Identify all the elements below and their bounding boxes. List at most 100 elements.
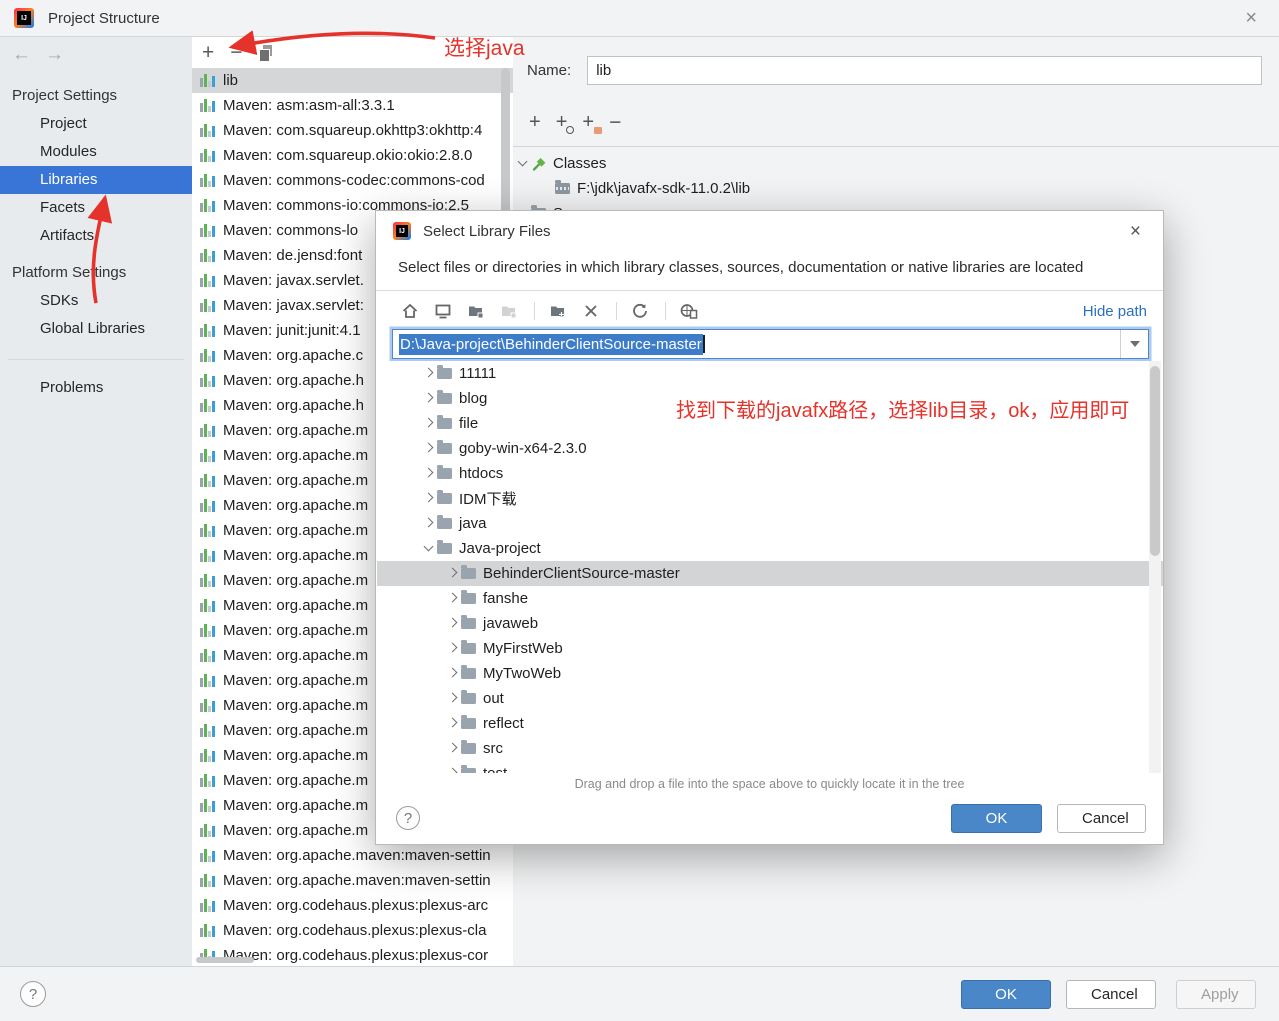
sidebar-divider [8, 359, 184, 360]
file-tree-row[interactable]: test [377, 761, 1163, 773]
library-icon [200, 274, 217, 287]
library-list-item[interactable]: Maven: com.squareup.okio:okio:2.8.0 [192, 143, 513, 168]
file-tree-row[interactable]: javaweb [377, 611, 1163, 636]
sidebar-item[interactable]: Project [0, 110, 192, 138]
home-directory-icon[interactable] [400, 301, 420, 321]
classes-node[interactable]: Classes [513, 151, 1279, 176]
chevron-icon[interactable] [419, 421, 437, 426]
library-list-horizontal-scrollbar[interactable] [196, 957, 254, 963]
library-icon [200, 224, 217, 237]
sidebar-item[interactable]: SDKs [0, 287, 192, 315]
dialog-cancel-button[interactable]: Cancel [1057, 804, 1146, 833]
add-library-button[interactable]: + [202, 42, 214, 63]
chevron-icon[interactable] [419, 471, 437, 476]
folder-icon [437, 443, 452, 454]
chevron-icon[interactable] [419, 496, 437, 501]
add-jar-directory-button[interactable]: + [582, 112, 594, 132]
library-icon [200, 174, 217, 187]
chevron-icon[interactable] [443, 696, 461, 701]
file-tree-row[interactable]: 11111 [377, 361, 1163, 386]
show-hidden-files-icon[interactable] [679, 301, 699, 321]
sidebar-item[interactable]: Artifacts [0, 222, 192, 250]
path-input-value[interactable]: D:\Java-project\BehinderClientSource-mas… [399, 334, 703, 355]
file-tree-row[interactable]: fanshe [377, 586, 1163, 611]
chevron-icon[interactable] [419, 396, 437, 401]
project-directory-icon[interactable] [466, 301, 486, 321]
combobox-dropdown-button[interactable] [1120, 330, 1148, 358]
file-tree-row[interactable]: goby-win-x64-2.3.0 [377, 436, 1163, 461]
add-root-button[interactable]: + [529, 112, 541, 132]
chevron-icon[interactable] [443, 571, 461, 576]
sidebar-item[interactable]: Modules [0, 138, 192, 166]
sidebar-item-problems[interactable]: Problems [0, 374, 192, 402]
hide-path-link[interactable]: Hide path [1083, 303, 1147, 320]
library-icon [200, 549, 217, 562]
path-combobox[interactable]: D:\Java-project\BehinderClientSource-mas… [392, 329, 1149, 359]
help-button[interactable]: ? [20, 981, 46, 1007]
desktop-directory-icon[interactable] [433, 301, 453, 321]
classes-path-node[interactable]: F:\jdk\javafx-sdk-11.0.2\lib [513, 176, 1279, 201]
remove-library-button[interactable]: − [230, 42, 242, 63]
dialog-close-icon[interactable]: × [1130, 222, 1141, 241]
folder-icon [461, 668, 476, 679]
chevron-icon[interactable] [419, 371, 437, 376]
file-tree-row[interactable]: reflect [377, 711, 1163, 736]
refresh-icon[interactable] [630, 301, 650, 321]
delete-icon[interactable] [581, 301, 601, 321]
library-icon [200, 774, 217, 787]
library-icon [200, 849, 217, 862]
chevron-icon[interactable] [443, 596, 461, 601]
chevron-icon[interactable] [443, 746, 461, 751]
chevron-icon[interactable] [443, 771, 461, 773]
sidebar-item[interactable]: Libraries [0, 166, 192, 194]
folder-icon [461, 743, 476, 754]
library-icon [200, 924, 217, 937]
file-tree-row[interactable]: java [377, 511, 1163, 536]
library-icon [200, 899, 217, 912]
chevron-icon[interactable] [443, 621, 461, 626]
dialog-ok-button[interactable]: OK [951, 804, 1042, 833]
add-excluded-root-button[interactable]: + [556, 112, 568, 132]
dialog-help-button[interactable]: ? [396, 806, 420, 830]
file-tree-row[interactable]: src [377, 736, 1163, 761]
ok-button[interactable]: OK [961, 980, 1051, 1009]
folder-icon [437, 518, 452, 529]
chevron-icon[interactable] [419, 446, 437, 451]
forward-icon[interactable]: → [45, 44, 64, 66]
chevron-icon[interactable] [419, 547, 437, 550]
library-list-item[interactable]: Maven: com.squareup.okhttp3:okhttp:4 [192, 118, 513, 143]
chevron-icon[interactable] [443, 671, 461, 676]
remove-root-button[interactable]: − [609, 112, 621, 133]
file-tree-row[interactable]: out [377, 686, 1163, 711]
toolbar-separator [665, 302, 666, 320]
drag-drop-hint: Drag and drop a file into the space abov… [376, 777, 1163, 791]
library-name-input[interactable] [587, 56, 1262, 85]
library-list-item[interactable]: Maven: org.codehaus.plexus:plexus-arc [192, 893, 513, 918]
library-list-item[interactable]: Maven: org.apache.maven:maven-settin [192, 868, 513, 893]
intellij-logo-icon: IJ [393, 222, 411, 240]
sidebar-item[interactable]: Global Libraries [0, 315, 192, 343]
window-close-icon[interactable]: × [1245, 8, 1257, 28]
chevron-icon[interactable] [443, 646, 461, 651]
new-folder-icon[interactable] [548, 301, 568, 321]
library-list-item[interactable]: Maven: asm:asm-all:3.3.1 [192, 93, 513, 118]
chevron-icon[interactable] [443, 721, 461, 726]
library-list-item[interactable]: Maven: org.apache.maven:maven-settin [192, 843, 513, 868]
file-tree-row[interactable]: IDM下载 [377, 486, 1163, 511]
file-tree-row[interactable]: BehinderClientSource-master [377, 561, 1163, 586]
cancel-button[interactable]: Cancel [1066, 980, 1156, 1009]
back-icon[interactable]: ← [12, 44, 31, 66]
file-tree-row[interactable]: MyTwoWeb [377, 661, 1163, 686]
copy-icon[interactable] [259, 45, 273, 60]
dialog-description: Select files or directories in which lib… [376, 251, 1163, 290]
file-tree-row[interactable]: MyFirstWeb [377, 636, 1163, 661]
sidebar-item[interactable]: Facets [0, 194, 192, 222]
chevron-icon[interactable] [419, 521, 437, 526]
file-tree-row[interactable]: Java-project [377, 536, 1163, 561]
file-tree-scrollbar-thumb[interactable] [1150, 366, 1160, 556]
library-list-item[interactable]: Maven: org.codehaus.plexus:plexus-cla [192, 918, 513, 943]
file-tree-row[interactable]: htdocs [377, 461, 1163, 486]
library-list-item[interactable]: lib [192, 68, 513, 93]
chevron-down-icon[interactable] [513, 162, 531, 165]
library-list-item[interactable]: Maven: commons-codec:commons-cod [192, 168, 513, 193]
